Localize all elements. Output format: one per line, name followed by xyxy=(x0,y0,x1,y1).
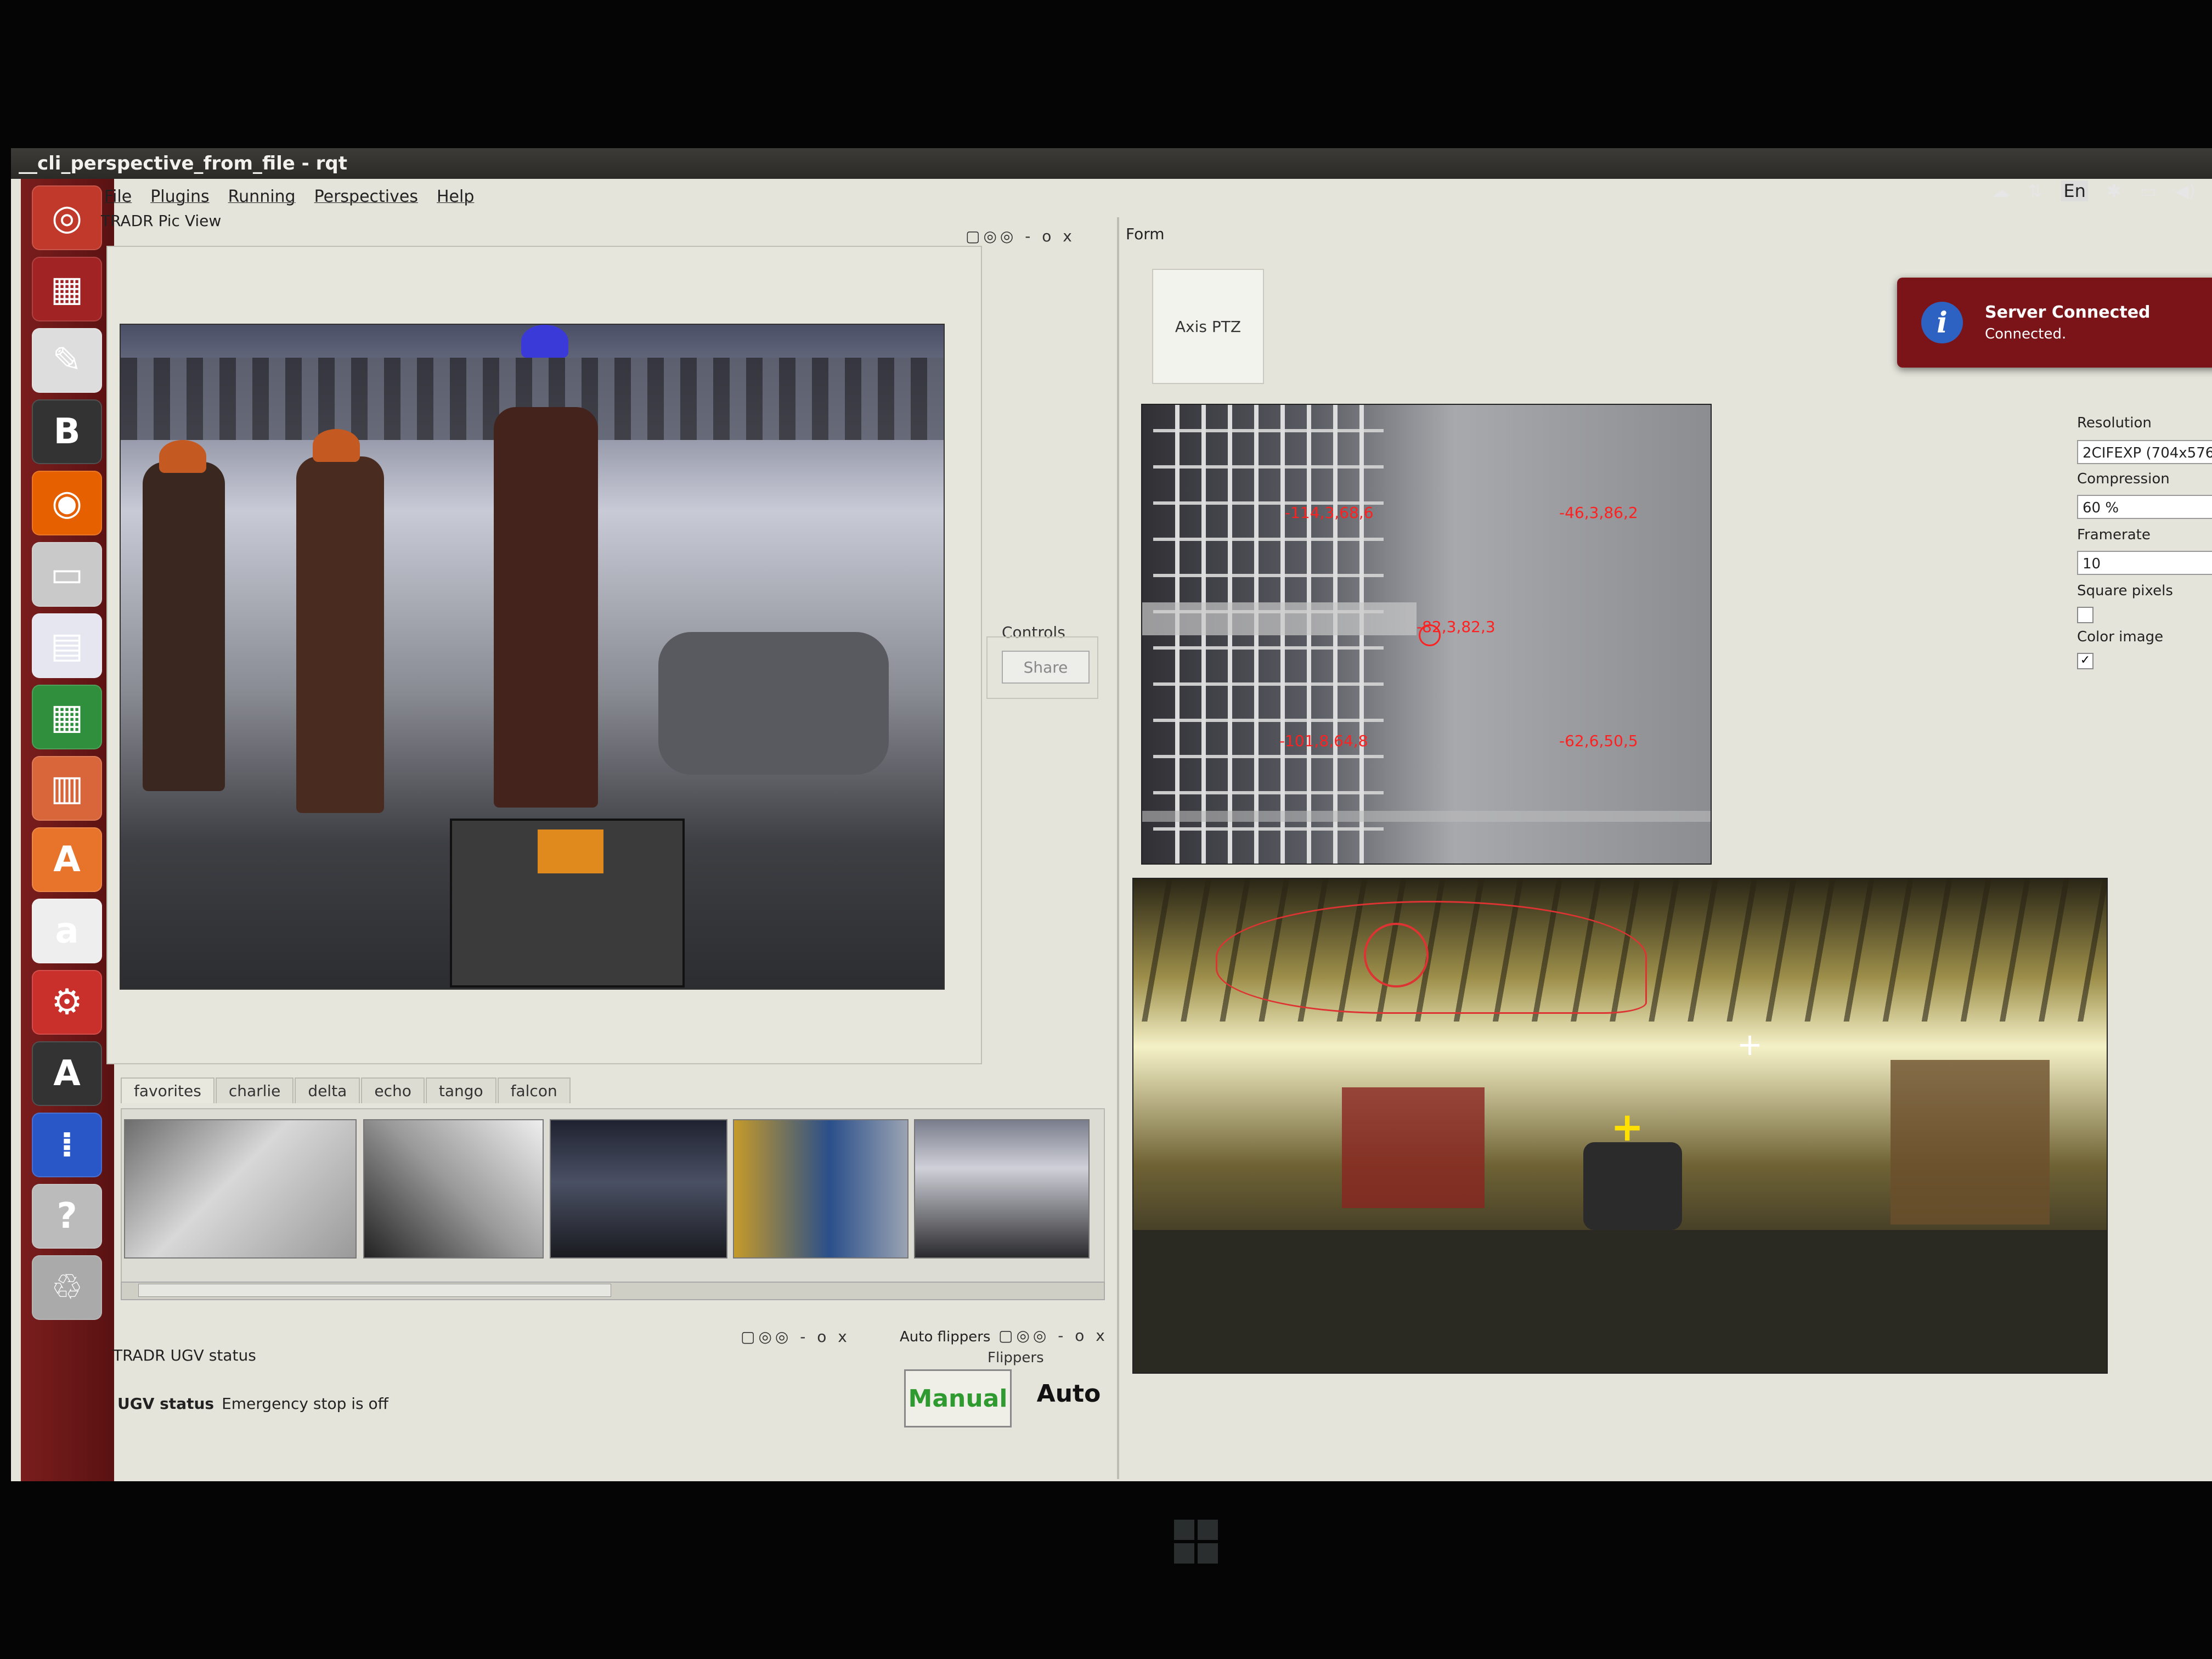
thumbnail[interactable] xyxy=(124,1119,357,1259)
battery-icon[interactable]: ▭ xyxy=(2140,180,2157,201)
launcher: ◎ ▦ ✎ B ◉ ▭ ▤ ▦ ▥ Aa ⚙ A ⁞? ♲ xyxy=(21,179,114,1481)
scrollbar-handle[interactable] xyxy=(138,1284,611,1297)
main-photo xyxy=(120,324,945,990)
tab-favorites[interactable]: favorites xyxy=(121,1077,215,1103)
temperature-label: -46,3,86,2 xyxy=(1559,504,1638,522)
flippers-dock-controls[interactable]: ▢◎◎ - o x xyxy=(998,1327,1108,1345)
help-icon[interactable]: ? xyxy=(32,1184,102,1249)
software-center-icon[interactable]: A xyxy=(32,827,102,892)
manual-button[interactable]: Manual xyxy=(904,1369,1012,1427)
thumbnail[interactable] xyxy=(550,1119,727,1259)
ugv-status-label: UGV status xyxy=(117,1395,215,1413)
windows-logo-icon xyxy=(1174,1520,1218,1564)
resolution-field[interactable]: 2CIFEXP (704x576) xyxy=(2077,440,2212,464)
thumbnail-scrollbar[interactable] xyxy=(121,1282,1105,1300)
trash-icon[interactable]: ♲ xyxy=(32,1255,102,1320)
menu-file[interactable]: File xyxy=(104,187,132,206)
temperature-label: -114,3,68,6 xyxy=(1285,504,1374,522)
notification-body: Connected. xyxy=(1985,326,2067,342)
temperature-label: -62,6,50,5 xyxy=(1559,732,1638,750)
ugv-status-row: UGV status Emergency stop is off xyxy=(117,1395,388,1413)
compression-label: Compression xyxy=(2077,471,2170,487)
pic-view-title: TRADR Pic View xyxy=(101,212,222,230)
tab-falcon[interactable]: falcon xyxy=(497,1077,571,1103)
thumbnail[interactable] xyxy=(363,1119,544,1259)
thermal-view: -114,3,68,6 -46,3,86,2 -82,3,82,3 -101,8… xyxy=(1141,404,1712,865)
menu-running[interactable]: Running xyxy=(228,187,296,206)
calc-icon[interactable]: ▦ xyxy=(32,685,102,749)
square-pixels-label: Square pixels xyxy=(2077,583,2173,599)
menu-help[interactable]: Help xyxy=(437,187,474,206)
notification-title: Server Connected xyxy=(1985,303,2151,322)
menu-plugins[interactable]: Plugins xyxy=(150,187,209,206)
ble-icon[interactable]: B xyxy=(32,399,102,464)
form-title: Form xyxy=(1126,225,1165,243)
flippers-title: Auto flippers xyxy=(900,1329,991,1345)
settings-icon[interactable]: ⚙ xyxy=(32,970,102,1035)
window-title: __cli_perspective_from_file - rqt xyxy=(11,148,2212,179)
color-image-label: Color image xyxy=(2077,629,2164,645)
pic-view-dock-controls[interactable]: ▢◎◎ - o x xyxy=(966,227,1075,245)
info-icon: i xyxy=(1921,302,1963,343)
writer-icon[interactable]: ▤ xyxy=(32,613,102,678)
thumbnail[interactable] xyxy=(914,1119,1090,1259)
crosshair-icon: + xyxy=(1737,1027,1763,1063)
system-tray: ☁ ⇅ En ✱ ▭ ◀) xyxy=(1992,176,2196,206)
ubuntu-icon[interactable]: ◎ xyxy=(32,185,102,250)
tab-tango[interactable]: tango xyxy=(425,1077,496,1103)
splitter[interactable] xyxy=(1117,217,1119,1479)
compression-field[interactable]: 60 % xyxy=(2077,495,2212,519)
robot-position-icon: + xyxy=(1611,1104,1644,1150)
framerate-label: Framerate xyxy=(2077,527,2151,543)
workspace-icon[interactable]: ▦ xyxy=(32,257,102,321)
bluetooth-icon[interactable]: ✱ xyxy=(2107,180,2121,201)
dropbox-icon[interactable]: ☁ xyxy=(1992,180,2010,201)
share-button[interactable]: Share xyxy=(1002,651,1090,684)
network-icon[interactable]: ⇅ xyxy=(2028,180,2043,201)
server-notification: i Server Connected Connected. xyxy=(1897,278,2212,368)
volume-icon[interactable]: ◀) xyxy=(2175,180,2196,201)
tab-echo[interactable]: echo xyxy=(361,1077,425,1103)
text-editor-icon[interactable]: ✎ xyxy=(32,328,102,393)
ptz-target-marker xyxy=(1364,923,1429,988)
screen: __cli_perspective_from_file - rqt ☁ ⇅ En… xyxy=(11,148,2212,1481)
resolution-label: Resolution xyxy=(2077,415,2152,431)
menu-bar: File Plugins Running Perspectives Help xyxy=(104,183,474,210)
ugv-dock-controls[interactable]: ▢◎◎ - o x xyxy=(741,1328,850,1346)
thumbnail-strip xyxy=(121,1108,1105,1286)
files-icon[interactable]: ▭ xyxy=(32,542,102,607)
amazon-icon[interactable]: a xyxy=(32,899,102,963)
tab-delta[interactable]: delta xyxy=(295,1077,360,1103)
camera-fov-outline xyxy=(1216,901,1647,1014)
menu-perspectives[interactable]: Perspectives xyxy=(314,187,418,206)
axis-ptz-button[interactable]: Axis PTZ xyxy=(1152,269,1264,384)
keyboard-layout[interactable]: En xyxy=(2061,180,2088,201)
temperature-label: -101,8,64,8 xyxy=(1279,732,1368,750)
pic-tabs: favorites charlie delta echo tango falco… xyxy=(121,1077,572,1103)
tab-charlie[interactable]: charlie xyxy=(215,1077,294,1103)
apps-grid-icon[interactable]: ⁞ xyxy=(32,1113,102,1177)
color-image-checkbox[interactable]: ✓ xyxy=(2077,653,2094,669)
flippers-subtitle: Flippers xyxy=(988,1350,1044,1366)
framerate-field[interactable]: 10 xyxy=(2077,551,2212,575)
firefox-icon[interactable]: ◉ xyxy=(32,471,102,535)
thumbnail[interactable] xyxy=(733,1119,909,1259)
auto-button[interactable]: Auto xyxy=(1015,1367,1122,1420)
panorama-view[interactable]: + + xyxy=(1132,878,2108,1374)
impress-icon[interactable]: ▥ xyxy=(32,756,102,821)
ugv-status-title: TRADR UGV status xyxy=(113,1346,256,1364)
square-pixels-checkbox[interactable] xyxy=(2077,607,2094,623)
ugv-status-value: Emergency stop is off xyxy=(222,1395,388,1413)
updater-icon[interactable]: A xyxy=(32,1041,102,1106)
thermal-target-marker xyxy=(1419,624,1441,646)
